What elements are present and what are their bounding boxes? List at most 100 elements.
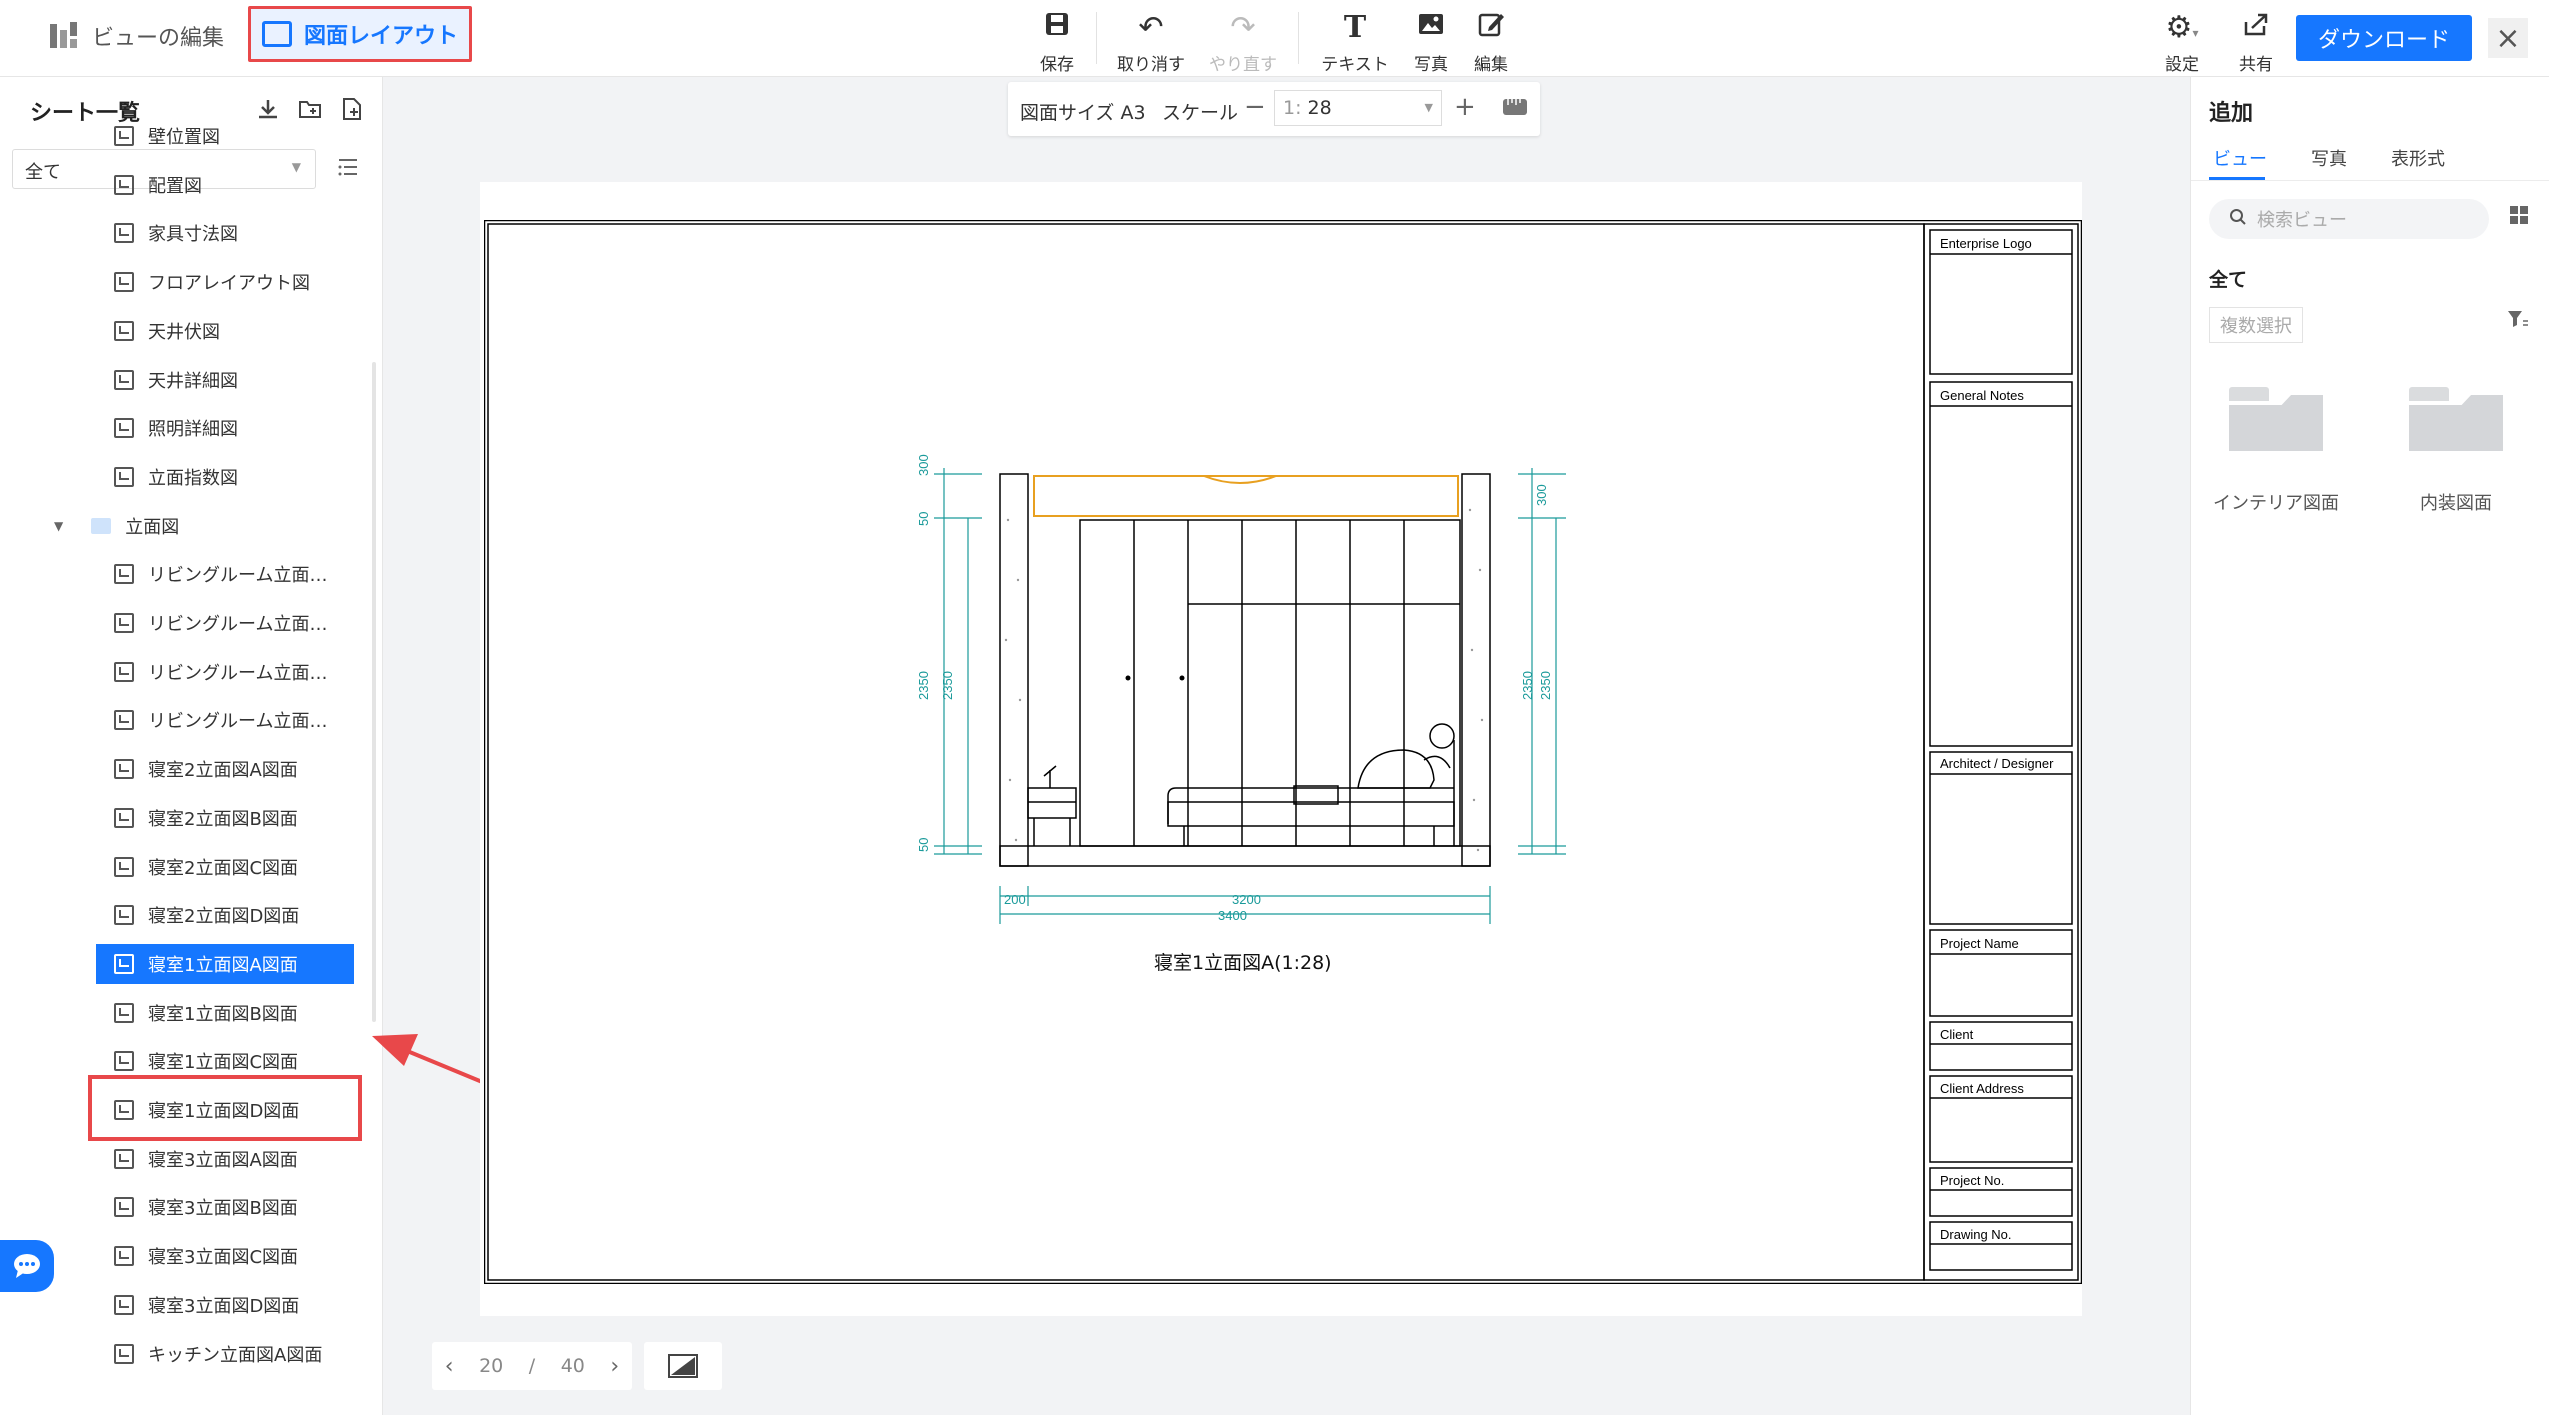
sheet-item-label: フロアレイアウト図 bbox=[148, 273, 310, 295]
page-separator: / bbox=[528, 1355, 536, 1377]
sheet-item[interactable]: リビングルーム立面… bbox=[90, 603, 327, 643]
sheet-item-label: 壁位置図 bbox=[148, 127, 220, 148]
sheet-item[interactable]: 寝室2立面図A図面 bbox=[90, 749, 298, 789]
sheet-item[interactable]: 寝室2立面図B図面 bbox=[90, 798, 298, 838]
sheet-item[interactable]: 寝室3立面図B図面 bbox=[90, 1187, 298, 1227]
sheet-item-label: リビングルーム立面… bbox=[148, 614, 328, 635]
dim-top-right: 300 bbox=[1534, 484, 1549, 506]
total-pages: 40 bbox=[560, 1355, 585, 1377]
thumbnail-toggle-button[interactable] bbox=[644, 1342, 722, 1390]
title-block-project-name: Project Name bbox=[1940, 936, 2019, 951]
search-input[interactable]: 検索ビュー bbox=[2209, 199, 2489, 239]
tab-table[interactable]: 表形式 bbox=[2391, 145, 2445, 171]
scale-input[interactable]: 1: 28 ▼ bbox=[1274, 90, 1442, 126]
save-button[interactable]: 保存 bbox=[1012, 10, 1102, 75]
sheet-icon bbox=[114, 807, 134, 828]
download-icon[interactable] bbox=[256, 97, 280, 127]
edit-view-mode-button[interactable]: ビューの編集 bbox=[48, 20, 224, 52]
sheet-item[interactable]: 寝室1立面図A図面 bbox=[96, 943, 354, 984]
sheet-icon bbox=[114, 661, 134, 682]
sheet-item[interactable]: 寝室3立面図A図面 bbox=[90, 1139, 298, 1179]
toolbar-divider bbox=[1096, 12, 1097, 64]
sheet-icon bbox=[114, 1051, 134, 1072]
close-icon[interactable]: × bbox=[2488, 18, 2528, 58]
folder-interior-finish-drawings[interactable]: 内装図面 bbox=[2381, 387, 2531, 515]
chevron-down-icon: ▼ bbox=[54, 518, 64, 533]
edit-button[interactable]: 編集 bbox=[1446, 10, 1536, 75]
sheet-icon bbox=[114, 466, 134, 487]
sheet-icon bbox=[114, 1343, 134, 1364]
sheet-item-label: 寝室2立面図A図面 bbox=[148, 760, 298, 782]
sheet-item[interactable]: 家具寸法図 bbox=[90, 213, 238, 253]
sheet-item-label: 家具寸法図 bbox=[148, 224, 238, 246]
sheet-item[interactable]: 天井詳細図 bbox=[90, 360, 238, 400]
sheet-icon bbox=[114, 1197, 134, 1218]
sheet-item-label: リビングルーム立面… bbox=[148, 565, 328, 587]
undo-button[interactable]: ↶ 取り消す bbox=[1106, 10, 1196, 75]
add-sheet-icon[interactable] bbox=[340, 97, 364, 127]
folder-icon bbox=[2229, 387, 2323, 451]
sheet-item[interactable]: 立面指数図 bbox=[90, 457, 238, 497]
selected-item-highlight bbox=[88, 1075, 362, 1141]
tabs-divider bbox=[2191, 180, 2549, 181]
add-panel: 追加 ビュー 写真 表形式 検索ビュー 全て 複数選択 インテリア図面 内装図面 bbox=[2190, 77, 2549, 1415]
save-icon bbox=[1012, 10, 1102, 50]
tab-photo[interactable]: 写真 bbox=[2311, 145, 2347, 171]
sheet-item-label: 照明詳細図 bbox=[148, 419, 238, 441]
settings-button[interactable]: ⚙▾ 設定 bbox=[2142, 10, 2222, 75]
chevron-down-icon: ▼ bbox=[1424, 101, 1433, 114]
sheet-item[interactable]: 壁位置図 bbox=[90, 116, 220, 156]
layout-icon bbox=[261, 21, 292, 47]
scale-label: スケール bbox=[1162, 102, 1239, 124]
folder-interior-drawings[interactable]: インテリア図面 bbox=[2201, 387, 2351, 515]
sheet-item[interactable]: 寝室1立面図B図面 bbox=[90, 993, 298, 1033]
sheet-item[interactable]: フロアレイアウト図 bbox=[90, 262, 310, 302]
sheet-item[interactable]: リビングルーム立面… bbox=[90, 700, 327, 740]
sheet-item[interactable]: 配置図 bbox=[90, 165, 202, 205]
sheet-item[interactable]: 寝室3立面図C図面 bbox=[90, 1236, 298, 1276]
dim-height-left-inner: 2350 bbox=[940, 671, 955, 700]
redo-button[interactable]: ↷ やり直す bbox=[1198, 10, 1288, 75]
sheet-item[interactable]: 寝室3立面図D図面 bbox=[90, 1285, 299, 1325]
drawing-layout-mode-button[interactable]: 図面レイアウト bbox=[248, 6, 472, 62]
all-label: 全て bbox=[2209, 269, 2248, 291]
ruler-icon[interactable] bbox=[1502, 96, 1528, 123]
sheet-item[interactable]: 照明詳細図 bbox=[90, 408, 238, 448]
chat-icon[interactable] bbox=[0, 1240, 54, 1292]
sheet-icon bbox=[114, 1294, 134, 1315]
list-view-icon[interactable] bbox=[336, 155, 360, 185]
tab-view[interactable]: ビュー bbox=[2213, 145, 2267, 171]
scale-toolbar: 図面サイズ A3 スケール − 1: 28 ▼ + bbox=[1008, 82, 1540, 136]
sheet-item-label: 寝室2立面図B図面 bbox=[148, 808, 298, 830]
sheet-item[interactable]: 寝室2立面図D図面 bbox=[90, 895, 299, 935]
drawing-frame bbox=[484, 220, 2082, 1284]
sheet-item[interactable]: キッチン立面図A図面 bbox=[90, 1334, 322, 1374]
scale-increase-button[interactable]: + bbox=[1454, 92, 1476, 122]
dim-small-left: 50 bbox=[916, 511, 931, 526]
sheet-icon bbox=[114, 613, 134, 633]
grid-view-icon[interactable] bbox=[2509, 205, 2529, 231]
next-page-button[interactable]: › bbox=[610, 1354, 619, 1379]
share-button[interactable]: 共有 bbox=[2216, 10, 2296, 75]
redo-icon: ↷ bbox=[1230, 10, 1256, 45]
download-button[interactable]: ダウンロード bbox=[2296, 15, 2472, 61]
edit-label: 編集 bbox=[1474, 55, 1508, 75]
sheet-item-label: 天井伏図 bbox=[148, 321, 220, 343]
title-block-project-no: Project No. bbox=[1940, 1173, 2005, 1188]
add-folder-icon[interactable] bbox=[298, 97, 322, 127]
scale-decrease-button[interactable]: − bbox=[1244, 92, 1266, 122]
sheet-item[interactable]: リビングルーム立面… bbox=[90, 554, 327, 594]
sheet-item-label: 寝室3立面図D図面 bbox=[148, 1295, 300, 1317]
search-icon bbox=[2229, 208, 2247, 231]
sheet-item[interactable]: リビングルーム立面… bbox=[90, 652, 327, 692]
sheet-item[interactable]: 寝室2立面図C図面 bbox=[90, 847, 298, 887]
prev-page-button[interactable]: ‹ bbox=[445, 1354, 454, 1379]
folder-elevations[interactable]: ▼ 立面図 bbox=[54, 506, 179, 546]
multi-select-button[interactable]: 複数選択 bbox=[2209, 307, 2303, 343]
sheet-icon bbox=[114, 174, 134, 195]
filter-icon[interactable] bbox=[2507, 309, 2529, 334]
sheet-item[interactable]: 天井伏図 bbox=[90, 311, 220, 351]
sidebar-scrollbar[interactable] bbox=[372, 362, 376, 1022]
sheet-item-label: キッチン立面図A図面 bbox=[148, 1344, 323, 1366]
paper-size-label[interactable]: 図面サイズ A3 bbox=[1020, 98, 1146, 125]
